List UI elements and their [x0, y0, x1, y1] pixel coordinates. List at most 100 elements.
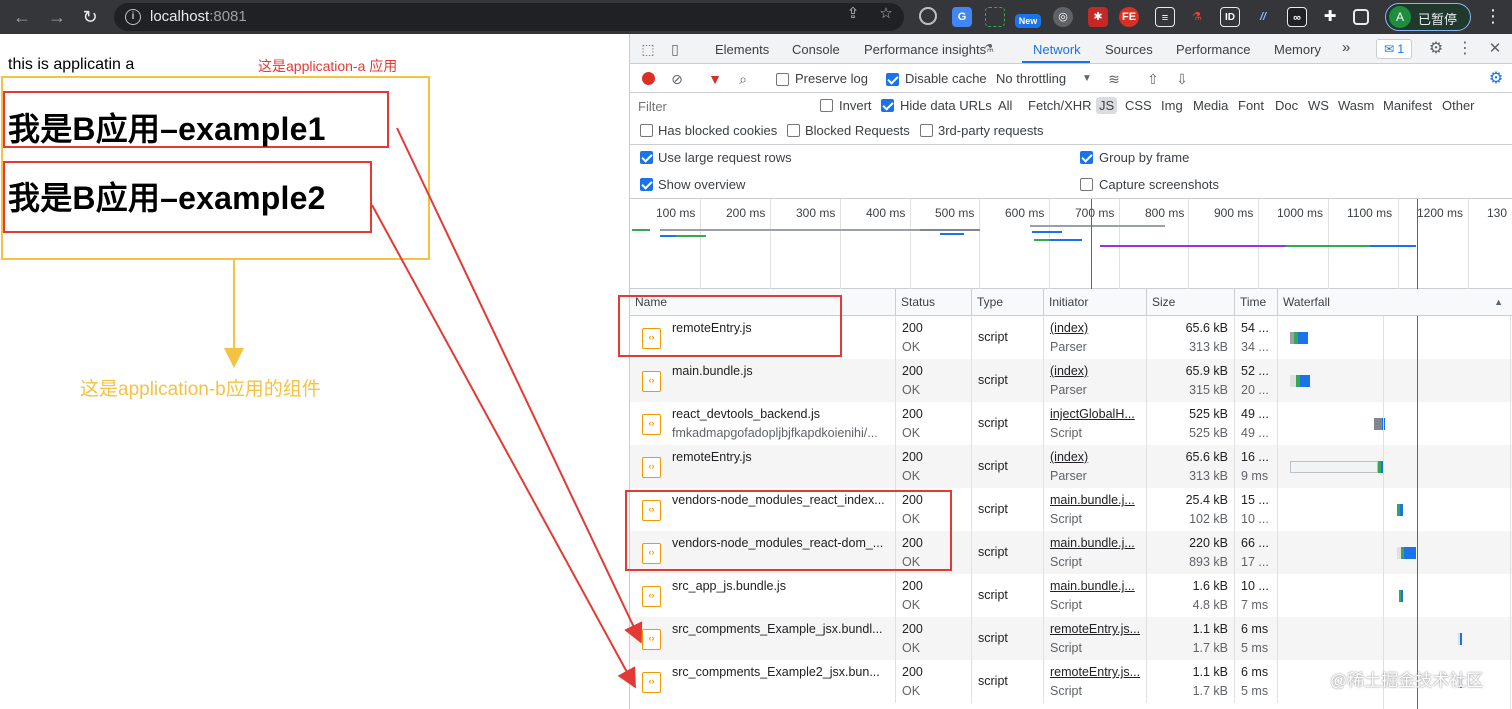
column-header-waterfall[interactable]: Waterfall ▲	[1278, 289, 1512, 316]
inspect-element-icon[interactable]: ⬚	[639, 40, 657, 58]
tab-console[interactable]: Console	[792, 42, 840, 57]
import-har-icon[interactable]: ⇧	[1144, 70, 1162, 88]
export-har-icon[interactable]: ⇩	[1173, 70, 1191, 88]
cell-waterfall[interactable]	[1278, 488, 1512, 531]
cell-name[interactable]: ‹› react_devtools_backend.js fmkadmapgofad…	[630, 402, 896, 445]
column-header-size[interactable]: Size	[1147, 289, 1235, 316]
column-header-initiator[interactable]: Initiator	[1044, 289, 1147, 316]
address-bar[interactable]: i localhost:8081	[114, 3, 904, 31]
reload-icon[interactable]: ↻	[78, 5, 102, 29]
chevron-down-icon[interactable]: ▼	[1078, 70, 1096, 88]
tab-performance-insights[interactable]: Performance insights	[864, 42, 986, 57]
tab-performance[interactable]: Performance	[1176, 42, 1250, 57]
initiator-link[interactable]: main.bundle.j...	[1050, 536, 1142, 550]
back-icon[interactable]: ←	[10, 5, 34, 29]
type-filter-manifest[interactable]: Manifest	[1380, 97, 1435, 114]
preserve-log-checkbox[interactable]	[776, 73, 789, 86]
extension-bug-icon[interactable]: ✱	[1088, 7, 1108, 27]
type-filter-fetch-xhr[interactable]: Fetch/XHR	[1025, 97, 1095, 114]
extension-circle-icon[interactable]: ◎	[1053, 7, 1073, 27]
third-party-checkbox[interactable]	[920, 124, 933, 137]
column-header-time[interactable]: Time	[1235, 289, 1278, 316]
hide-data-urls-checkbox[interactable]	[881, 99, 894, 112]
throttling-select[interactable]: No throttling	[996, 71, 1066, 86]
profile-button[interactable]: A 已暂停	[1385, 3, 1471, 31]
url-text[interactable]: localhost:8081	[150, 8, 247, 25]
extension-target-icon[interactable]	[919, 7, 937, 25]
column-header-type[interactable]: Type	[972, 289, 1044, 316]
extension-new-badge[interactable]: New	[1015, 14, 1041, 28]
cell-name[interactable]: ‹› src_compments_Example_jsx.bundl...	[630, 617, 896, 660]
cell-waterfall[interactable]	[1278, 531, 1512, 574]
invert-checkbox[interactable]	[820, 99, 833, 112]
tab-sources[interactable]: Sources	[1105, 42, 1153, 57]
filter-input[interactable]	[634, 95, 806, 117]
issues-badge[interactable]: ✉ 1	[1376, 39, 1412, 59]
table-row[interactable]: ‹› src_compments_Example_jsx.bundl... 200 O…	[630, 617, 1512, 660]
extensions-puzzle-icon[interactable]: ✚	[1320, 7, 1340, 27]
cell-waterfall[interactable]	[1278, 574, 1512, 617]
type-filter-wasm[interactable]: Wasm	[1335, 97, 1377, 114]
cell-waterfall[interactable]	[1278, 359, 1512, 402]
table-row[interactable]: ‹› remoteEntry.js 200 OK script (index) Parser…	[630, 445, 1512, 488]
settings-gear-icon[interactable]: ⚙	[1427, 40, 1445, 58]
devtools-menu-icon[interactable]: ⋮	[1456, 40, 1474, 58]
cell-name[interactable]: ‹› src_app_js.bundle.js	[630, 574, 896, 617]
extension-id-icon[interactable]: ID	[1220, 7, 1240, 27]
search-icon[interactable]: ⌕	[734, 70, 752, 88]
table-row[interactable]: ‹› react_devtools_backend.js fmkadmapgofad…	[630, 402, 1512, 445]
initiator-link[interactable]: main.bundle.j...	[1050, 579, 1142, 593]
cell-name[interactable]: ‹› src_compments_Example2_jsx.bun...	[630, 660, 896, 703]
network-conditions-icon[interactable]: ≋	[1105, 70, 1123, 88]
table-row[interactable]: ‹› main.bundle.js 200 OK script (index) Parser…	[630, 359, 1512, 402]
tab-network[interactable]: Network	[1033, 42, 1081, 57]
type-filter-img[interactable]: Img	[1158, 97, 1186, 114]
type-filter-doc[interactable]: Doc	[1272, 97, 1301, 114]
sort-ascending-icon[interactable]: ▲	[1494, 289, 1503, 315]
type-filter-css[interactable]: CSS	[1122, 97, 1155, 114]
tab-elements[interactable]: Elements	[715, 42, 769, 57]
browser-menu-icon[interactable]: ⋮	[1484, 6, 1502, 26]
clear-icon[interactable]: ⊘	[668, 70, 686, 88]
site-info-icon[interactable]: i	[125, 9, 141, 25]
type-filter-all[interactable]: All	[995, 97, 1015, 114]
table-row[interactable]: ‹› src_app_js.bundle.js 200 OK script main.bu…	[630, 574, 1512, 617]
cell-waterfall[interactable]	[1278, 617, 1512, 660]
initiator-link[interactable]: injectGlobalH...	[1050, 407, 1142, 421]
extension-screenshot-icon[interactable]	[985, 7, 1005, 27]
type-filter-js[interactable]: JS	[1096, 97, 1118, 114]
initiator-link[interactable]: (index)	[1050, 364, 1142, 378]
extension-doc-icon[interactable]: ≡	[1155, 7, 1175, 27]
type-filter-ws[interactable]: WS	[1305, 97, 1332, 114]
cell-waterfall[interactable]	[1278, 445, 1512, 488]
capture-screenshots-checkbox[interactable]	[1080, 178, 1093, 191]
device-toolbar-icon[interactable]: ▯	[666, 40, 684, 58]
extension-translate-icon[interactable]: G	[952, 7, 972, 27]
show-overview-checkbox[interactable]	[640, 178, 653, 191]
network-settings-gear-icon[interactable]: ⚙	[1487, 70, 1505, 88]
bookmark-star-icon[interactable]: ☆	[876, 4, 896, 24]
more-tabs-icon[interactable]: »	[1342, 39, 1350, 56]
initiator-link[interactable]: (index)	[1050, 321, 1142, 335]
large-rows-checkbox[interactable]	[640, 151, 653, 164]
tab-memory[interactable]: Memory	[1274, 42, 1321, 57]
close-devtools-icon[interactable]: ✕	[1486, 40, 1504, 58]
type-filter-font[interactable]: Font	[1235, 97, 1267, 114]
has-blocked-cookies-checkbox[interactable]	[640, 124, 653, 137]
disable-cache-checkbox[interactable]	[886, 73, 899, 86]
extension-fe-icon[interactable]: FE	[1119, 7, 1139, 27]
initiator-link[interactable]: remoteEntry.js...	[1050, 622, 1142, 636]
filter-icon[interactable]: ▼	[706, 70, 724, 88]
record-icon[interactable]	[642, 72, 655, 85]
type-filter-media[interactable]: Media	[1190, 97, 1231, 114]
type-filter-other[interactable]: Other	[1439, 97, 1478, 114]
extension-bottle-icon[interactable]: ⚗	[1187, 7, 1207, 27]
group-by-frame-checkbox[interactable]	[1080, 151, 1093, 164]
network-overview[interactable]: 100 ms 200 ms 300 ms 400 ms 500 ms 600 m…	[630, 199, 1512, 289]
initiator-link[interactable]: main.bundle.j...	[1050, 493, 1142, 507]
side-panel-icon[interactable]	[1353, 9, 1369, 25]
initiator-link[interactable]: remoteEntry.js...	[1050, 665, 1142, 679]
cell-waterfall[interactable]	[1278, 316, 1512, 359]
cell-waterfall[interactable]	[1278, 402, 1512, 445]
cell-name[interactable]: ‹› remoteEntry.js	[630, 445, 896, 488]
